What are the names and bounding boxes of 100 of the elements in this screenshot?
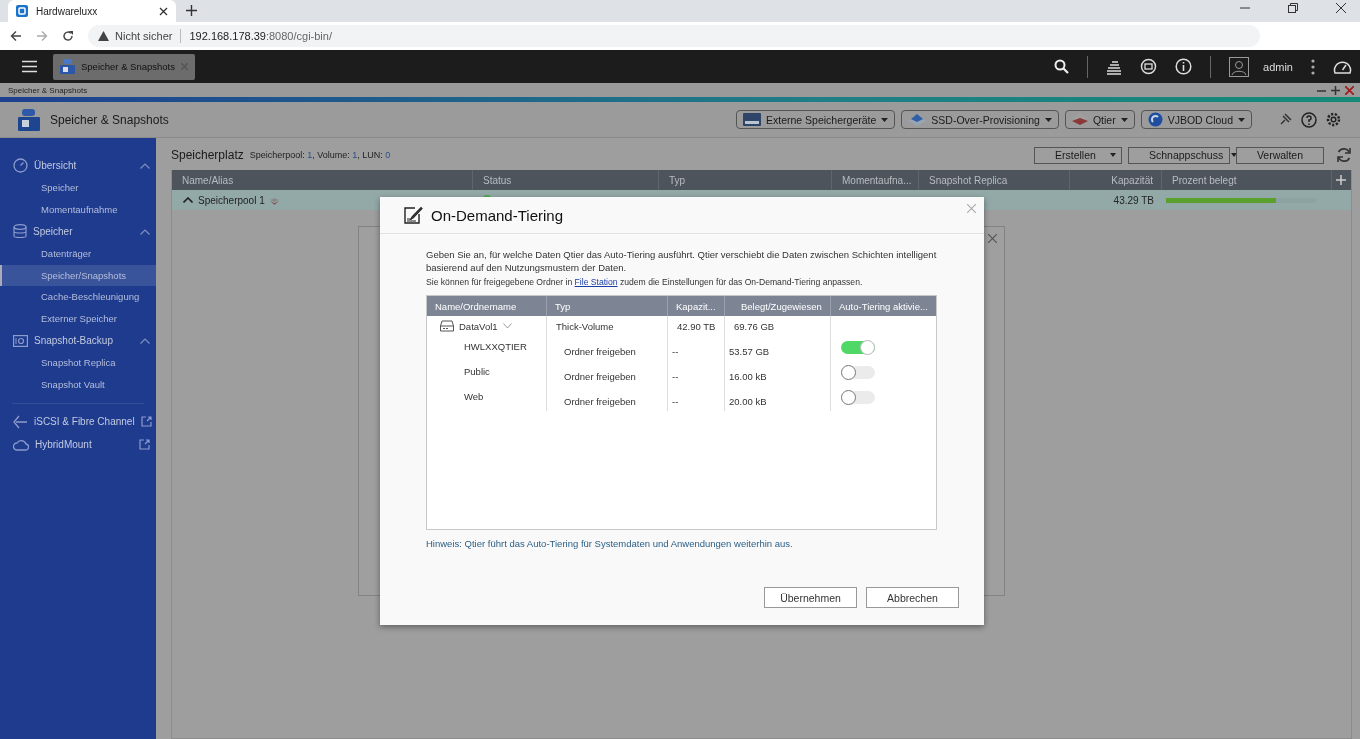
dialog-button[interactable]: Übernehmen [764, 587, 857, 608]
stack-icon[interactable] [1106, 58, 1123, 75]
column-header[interactable]: Typ [547, 296, 668, 316]
table-cell: Thick-Volume [547, 316, 668, 336]
intro-text: Geben Sie an, für welche Daten Qtier das Auto-Tiering ausführt. Qtier verschiebt die Daten zwischen Schichten intelligent basierend auf den Nutzungsmustern der Daten. [426, 248, 938, 274]
note-text: Sie können für freigegebene Ordner in File Station zudem die Einstellungen für das On-Demand-Tiering anpassen. [426, 276, 864, 288]
database-icon [13, 224, 27, 239]
folder-name: Web [463, 390, 484, 404]
summary-text: Speicherpool: 1, Volume: 1, LUN: 0 [249, 150, 391, 160]
toggle-switch[interactable] [841, 340, 875, 354]
warning-icon [98, 31, 109, 41]
sidebar-group[interactable]: Speicher [0, 220, 156, 243]
window-title: Speicher & Snapshots [8, 85, 88, 95]
address-field[interactable]: Nicht sicher 192.168.178.39:8080/cgi-bin/ [88, 25, 1260, 47]
caret-icon [881, 117, 889, 122]
table-cell: Ordner freigeben [564, 370, 636, 382]
dialog-button[interactable]: Abbrechen [866, 587, 959, 608]
hint-text: Hinweis: Qtier führt das Auto-Tiering für Systemdaten und Anwendungen weiterhin aus. [426, 538, 794, 549]
back-icon[interactable] [10, 30, 22, 42]
caret-icon [1120, 117, 1128, 122]
close-icon[interactable] [159, 6, 168, 16]
sidebar-item[interactable]: Snapshot Replica [0, 352, 156, 374]
app-title: Speicher & Snapshots [50, 112, 169, 127]
search-icon[interactable] [1054, 59, 1070, 74]
new-tab-icon[interactable] [186, 5, 197, 16]
user-avatar-icon[interactable] [1229, 56, 1250, 77]
camera-icon [13, 334, 28, 347]
caret-icon [1110, 153, 1116, 157]
caret-icon [1238, 117, 1245, 122]
sidebar-item[interactable]: Momentaufnahme [0, 198, 156, 220]
caret-icon [1044, 117, 1052, 122]
add-icon[interactable] [1336, 175, 1346, 185]
file-station-link[interactable]: File Station [574, 277, 618, 287]
app-tab[interactable]: Speicher & Snapshots [53, 53, 195, 80]
table-cell: 20.00 kB [729, 395, 767, 407]
volume-name: DataVol1 [459, 320, 498, 332]
toolbar-dropdown[interactable]: SSD-Over-Provisioning [901, 110, 1059, 129]
maximize-icon[interactable] [1331, 85, 1340, 95]
sidebar-item[interactable]: Speicher [0, 177, 156, 199]
cloud-icon [1147, 112, 1163, 127]
sidebar-item[interactable]: Cache-Beschleunigung [0, 286, 156, 308]
toggle-switch[interactable] [841, 390, 875, 404]
chevron-icon [183, 197, 193, 203]
dialog: On-Demand-Tiering Geben Sie an, für welche Daten Qtier das Auto-Tiering ausführt. Qtier verschiebt die Daten zwischen Schichten intelligent basierend auf den Nutzungsmustern der Daten. Sie können für freigegebene Ordner in File Station zudem die Einstellungen für das On-Demand-Tiering anpassen. Name/Ordnername Typ Kapazit... Belegt/Zugewiesen Auto-Tiering aktivie... DataVol1 Thick-Volume 42.90 TB 69.76 GB HWLXXQTIER Ordner freigeben -- 53.57 GB Public Ordner freigeben -- 16.00 kB Web Ordner freigeben -- 20.00 kB Hinweis: Qtier führt das Auto-Tiering für Systemdaten und Anwendungen weiterhin aus. Übernehmen Abbrechen [380, 197, 984, 625]
table-cell: -- [672, 395, 679, 407]
caret-icon [1231, 153, 1238, 157]
toolbar-dropdown[interactable]: Qtier [1064, 110, 1135, 129]
drive-icon [743, 113, 761, 126]
folder-name: Public [463, 365, 490, 379]
storage-icon [60, 59, 75, 74]
toggle-switch[interactable] [841, 365, 875, 379]
sidebar-item[interactable]: Speicher/Snapshots [0, 264, 156, 286]
column-header[interactable]: Kapazit... [668, 296, 725, 316]
cloud-icon [13, 438, 29, 451]
external-link-icon [140, 416, 152, 427]
sidebar-item[interactable]: Datenträger [0, 243, 156, 265]
ssd-icon [908, 113, 927, 126]
table-cell: -- [672, 370, 679, 382]
table-cell: 69.76 GB [725, 316, 831, 336]
table-cell: 53.57 GB [729, 345, 770, 357]
folder-name: HWLXXQTIER [463, 340, 527, 354]
table-cell: Ordner freigeben [564, 395, 636, 407]
external-link-icon [139, 439, 150, 450]
column-header[interactable]: Auto-Tiering aktivie... [831, 296, 936, 316]
sidebar-group[interactable]: Übersicht [0, 154, 156, 177]
info-icon[interactable] [1175, 58, 1193, 75]
gauge-icon [13, 158, 28, 173]
sidebar-link[interactable]: iSCSI & Fibre Channel [0, 410, 156, 433]
storage-icon [18, 108, 40, 131]
app-logo-icon [16, 5, 28, 17]
column-header[interactable]: Name/Ordnername [427, 296, 547, 316]
share-icon [13, 414, 28, 429]
close-icon[interactable] [1336, 2, 1346, 13]
table-cell: 16.00 kB [729, 370, 767, 382]
toolbar-dropdown[interactable]: Externe Speichergeräte [736, 110, 896, 129]
gauge-icon[interactable] [1333, 58, 1352, 75]
sidebar-item[interactable]: Snapshot Vault [0, 373, 156, 395]
table-cell: Ordner freigeben [564, 345, 636, 357]
capacity-text: 43.29 TB [1112, 194, 1155, 206]
menu-icon[interactable] [22, 60, 37, 73]
reload-icon[interactable] [62, 30, 74, 42]
browser-tab[interactable]: Hardwareluxx [8, 0, 176, 22]
section-heading: Speicherplatz [171, 148, 244, 162]
edit-icon [404, 206, 423, 224]
help-icon[interactable] [1301, 111, 1317, 128]
action-button[interactable]: Verwalten [1236, 146, 1324, 164]
user-menu[interactable]: admin [1263, 60, 1293, 73]
refresh-icon[interactable] [1336, 147, 1352, 163]
toolbar-dropdown[interactable]: VJBOD Cloud [1140, 110, 1252, 129]
volume-icon [440, 320, 454, 332]
more-icon[interactable] [1311, 58, 1315, 75]
column-header[interactable]: Belegt/Zugewiesen [725, 296, 831, 316]
pool-name: Speicherpool 1 [198, 194, 265, 206]
settings-icon[interactable] [1325, 111, 1342, 128]
table-cell: -- [672, 345, 679, 357]
action-button[interactable]: Erstellen [1034, 146, 1122, 164]
sidebar-item[interactable]: Externer Speicher [0, 307, 156, 329]
restore-icon[interactable] [1288, 2, 1298, 13]
sidebar-link[interactable]: HybridMount [0, 433, 156, 456]
sidebar-group[interactable]: Snapshot-Backup [0, 329, 156, 352]
